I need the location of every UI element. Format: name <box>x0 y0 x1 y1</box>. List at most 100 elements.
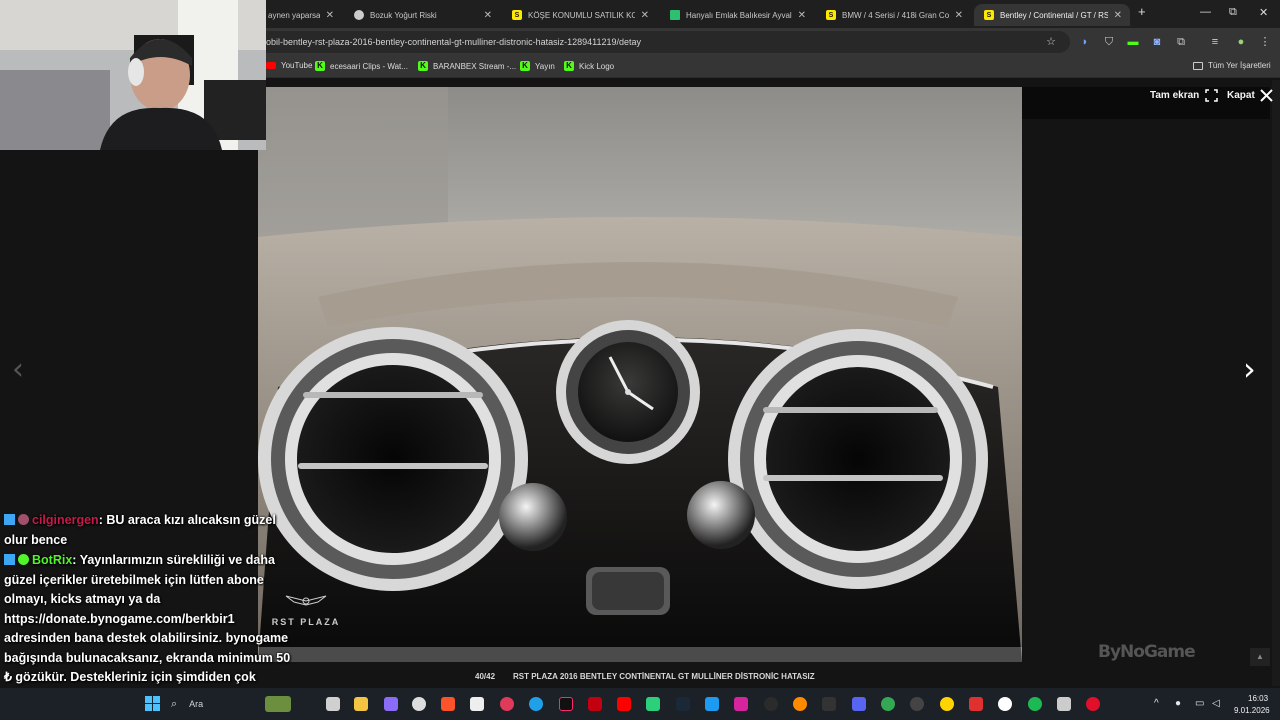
bookmark-yayin[interactable]: K Yayın <box>520 61 555 71</box>
taskbar-clock-date[interactable]: 9.01.2026 <box>1234 706 1270 715</box>
menu-kebab-icon[interactable]: ⋮ <box>1258 35 1272 49</box>
taskbar-clock-time[interactable]: 16:03 <box>1248 694 1268 703</box>
media-player-icon[interactable] <box>500 697 514 711</box>
app-window-icon[interactable] <box>1057 697 1071 711</box>
close-label: Kapat <box>1227 90 1255 101</box>
star-bookmark-icon[interactable]: ☆ <box>1044 35 1058 49</box>
bookmark-label: Yayın <box>535 61 555 71</box>
tab-close-icon[interactable]: ✕ <box>326 10 334 21</box>
fullscreen-button[interactable]: Tam ekran <box>1150 89 1219 102</box>
kick-icon: K <box>315 61 325 71</box>
bookmark-ecesaari-clips[interactable]: K ecesaari Clips - Wat... <box>315 61 408 71</box>
extension-icon-3[interactable]: ◙ <box>1150 35 1164 49</box>
brave-browser-icon[interactable] <box>441 697 455 711</box>
tab-close-icon[interactable]: ✕ <box>955 10 963 21</box>
snapchat-icon[interactable] <box>940 697 954 711</box>
edge-icon[interactable] <box>529 697 543 711</box>
taskbar-search[interactable]: ⌕ Ara <box>171 694 291 714</box>
kick-icon: K <box>564 61 574 71</box>
windows-taskbar: ⌕ Ara ^ ● ▭ ◁ 16:03 9.01.2026 <box>0 688 1280 720</box>
extension-icon-2[interactable]: ▬ <box>1126 35 1140 49</box>
previous-photo-arrow[interactable]: ‹ <box>12 352 24 387</box>
tab-4[interactable]: Hanyalı Emlak Balıkesir Ayvalık ✕ <box>660 4 814 26</box>
bookmark-label: ecesaari Clips - Wat... <box>330 61 408 71</box>
kick-icon: K <box>418 61 428 71</box>
close-window-button[interactable]: ✕ <box>1259 6 1268 19</box>
chrome-icon[interactable] <box>881 697 895 711</box>
chat-message: cilginergen: BU araca kızı alıcaksın güz… <box>4 511 294 550</box>
youtube-app-icon[interactable] <box>617 697 631 711</box>
extension-icon-1[interactable]: ◗ <box>1078 35 1092 49</box>
chat-message: BotRix: Yayınlarımızın sürekliliği ve da… <box>4 551 294 707</box>
tab-3[interactable]: S KÖŞE KONUMLU SATILIK KOMP ✕ <box>502 4 657 26</box>
settings-icon[interactable] <box>412 697 426 711</box>
close-lightbox-button[interactable]: Kapat <box>1227 89 1273 102</box>
bookmark-youtube[interactable]: YouTube <box>266 61 312 70</box>
stream-watermark-bynogame: ByNoGame <box>1098 642 1196 662</box>
chat-username[interactable]: cilginergen <box>32 513 99 527</box>
obs-icon[interactable] <box>910 697 924 711</box>
steam-icon[interactable] <box>676 697 690 711</box>
restore-button[interactable]: ⧉ <box>1229 6 1237 19</box>
all-bookmarks-button[interactable]: Tüm Yer İşaretleri <box>1193 61 1271 70</box>
task-view-icon[interactable] <box>326 697 340 711</box>
speedometer-icon[interactable] <box>764 697 778 711</box>
tray-overflow-icon[interactable]: ^ <box>1154 698 1159 709</box>
instagram-icon[interactable] <box>734 697 748 711</box>
photo-counter: 40/42 <box>475 672 496 681</box>
kick-icon: K <box>520 61 530 71</box>
chat-username[interactable]: BotRix <box>32 553 72 567</box>
network-icon[interactable]: ▭ <box>1195 698 1204 709</box>
tab-1[interactable]: aynen yaparsa ✕ <box>258 4 342 26</box>
tab-close-icon[interactable]: ✕ <box>484 10 492 21</box>
address-bar[interactable]: obil-bentley-rst-plaza-2016-bentley-cont… <box>250 31 1070 53</box>
windows-start-button[interactable] <box>145 696 161 712</box>
netflix-icon[interactable] <box>588 697 602 711</box>
bookmark-baranbex-stream[interactable]: K BARANBEX Stream -... <box>418 61 516 71</box>
bookmark-label: Kick Logo <box>579 61 615 71</box>
opera-icon[interactable] <box>1086 697 1100 711</box>
epic-games-icon[interactable] <box>822 697 836 711</box>
tiktok-icon[interactable] <box>559 697 573 711</box>
photo-caption-bar: 40/42 RST PLAZA 2016 BENTLEY CONTİNENTAL… <box>258 669 1022 685</box>
spotify-icon[interactable] <box>1028 697 1042 711</box>
profile-avatar-icon[interactable]: ● <box>1234 35 1248 49</box>
copilot-icon[interactable] <box>384 697 398 711</box>
notepad-icon[interactable] <box>470 697 484 711</box>
whatsapp-icon[interactable] <box>646 697 660 711</box>
tab-close-icon[interactable]: ✕ <box>798 10 806 21</box>
fullscreen-label: Tam ekran <box>1150 90 1200 101</box>
taskbar-search-label: Ara <box>189 699 204 709</box>
bookmark-kick-logo[interactable]: K Kick Logo <box>564 61 614 71</box>
page-scrollbar[interactable] <box>1272 80 1280 686</box>
next-photo-arrow[interactable]: › <box>1243 350 1256 388</box>
tab-6-active[interactable]: S Bentley / Continental / GT / RS ✕ <box>974 4 1130 26</box>
user-badge-icon <box>18 514 29 525</box>
file-explorer-icon[interactable] <box>354 697 368 711</box>
tab-2[interactable]: Bozuk Yoğurt Riski ✕ <box>344 4 500 26</box>
volume-icon[interactable]: ◁ <box>1212 698 1220 709</box>
tab-5[interactable]: S BMW / 4 Serisi / 418i Gran Cou ✕ <box>816 4 971 26</box>
minimize-button[interactable]: — <box>1200 6 1211 18</box>
url-text: obil-bentley-rst-plaza-2016-bentley-cont… <box>266 37 642 47</box>
sahibinden-icon: S <box>984 10 994 20</box>
app-orange-icon[interactable] <box>793 697 807 711</box>
search-highlight-icon <box>265 696 291 712</box>
tab-close-icon[interactable]: ✕ <box>1114 10 1122 21</box>
new-tab-button[interactable]: + <box>1138 4 1146 19</box>
microphone-icon[interactable]: ● <box>1175 698 1181 709</box>
twitter-icon[interactable] <box>705 697 719 711</box>
discord-icon[interactable] <box>852 697 866 711</box>
reading-list-icon[interactable]: ≡ <box>1208 35 1222 49</box>
shield-app-icon[interactable] <box>969 697 983 711</box>
subscriber-badge-icon <box>4 514 15 525</box>
webcam-feed <box>0 0 266 150</box>
tab-close-icon[interactable]: ✕ <box>641 10 649 21</box>
extensions-puzzle-icon[interactable]: ⧉ <box>1174 35 1188 49</box>
photo-caption: RST PLAZA 2016 BENTLEY CONTİNENTAL GT MU… <box>513 672 815 681</box>
globe-icon <box>354 10 364 20</box>
shield-extension-icon[interactable]: ⛉ <box>1102 35 1116 49</box>
yandex-icon[interactable] <box>998 697 1012 711</box>
scroll-to-top-button[interactable]: ▲ <box>1250 648 1270 666</box>
bot-badge-icon <box>18 554 29 565</box>
